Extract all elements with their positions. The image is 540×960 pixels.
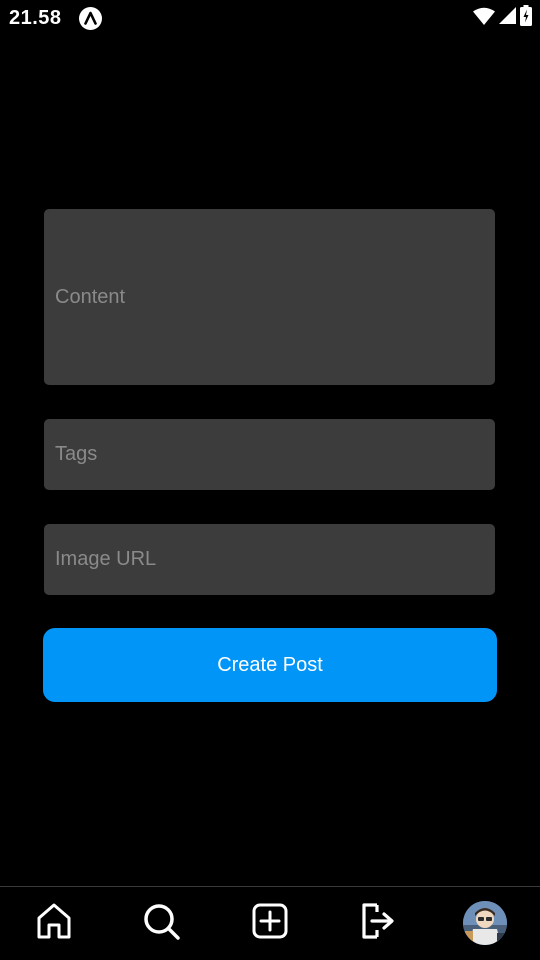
status-icons — [473, 5, 532, 31]
cell-signal-icon — [499, 7, 516, 29]
add-post-icon — [252, 903, 288, 944]
content-input[interactable] — [44, 209, 495, 385]
nav-profile[interactable] — [463, 901, 507, 945]
nav-logout[interactable] — [356, 901, 400, 945]
nav-home[interactable] — [32, 901, 76, 945]
battery-icon — [520, 5, 532, 31]
home-icon — [34, 901, 74, 946]
nav-create-post[interactable] — [248, 901, 292, 945]
app-notification-icon — [79, 7, 102, 30]
image-url-input[interactable] — [44, 524, 495, 595]
wifi-icon — [473, 7, 495, 30]
search-icon — [141, 901, 181, 946]
tags-input[interactable] — [44, 419, 495, 490]
logout-icon — [359, 902, 397, 945]
status-time: 21.58 — [9, 7, 62, 29]
create-post-button[interactable]: Create Post — [43, 628, 497, 702]
bottom-nav — [0, 886, 540, 960]
status-bar: 21.58 — [0, 0, 540, 36]
nav-search[interactable] — [139, 901, 183, 945]
profile-avatar — [463, 901, 507, 945]
